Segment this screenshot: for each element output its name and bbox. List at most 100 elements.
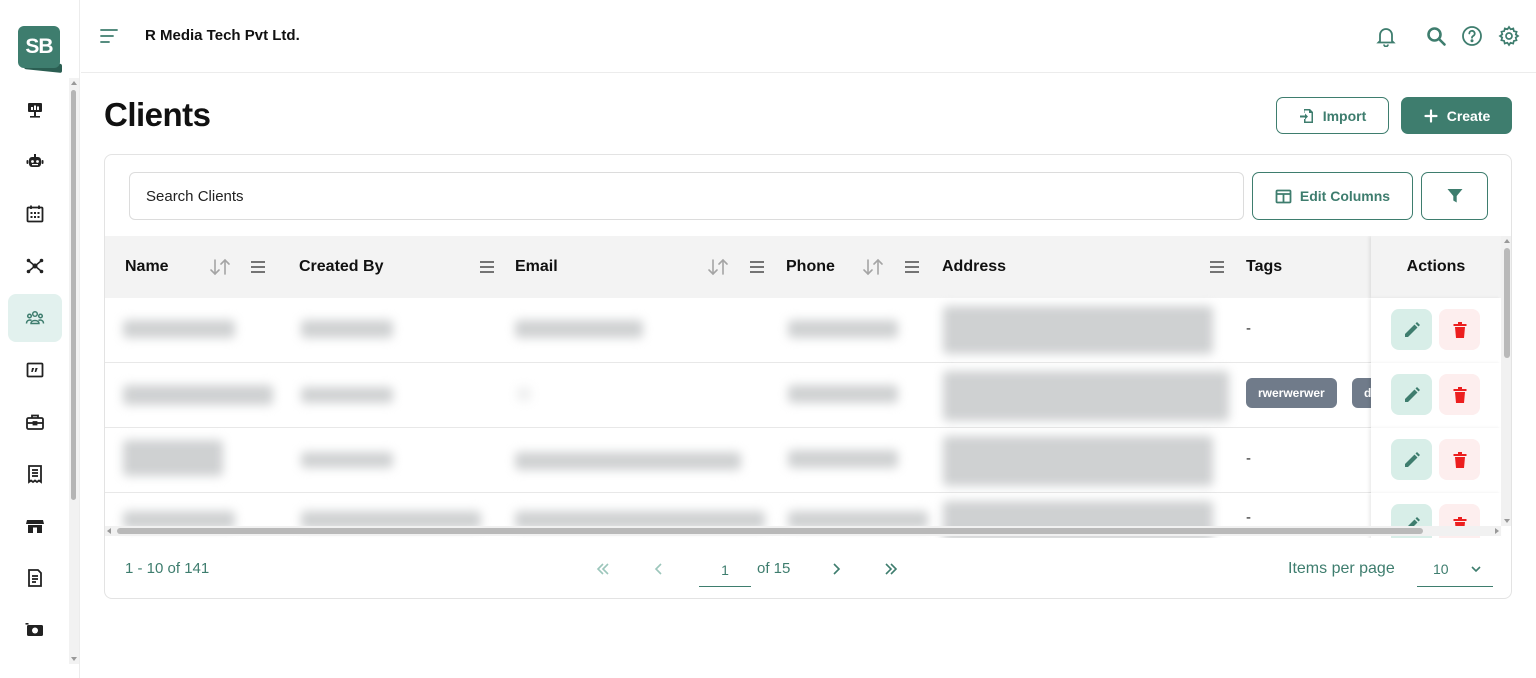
scroll-up-icon[interactable] (1504, 239, 1510, 243)
first-page-button[interactable] (591, 557, 615, 581)
bell-icon (1376, 28, 1396, 48)
search-button[interactable] (1425, 25, 1447, 47)
items-per-page-label: Items per page (1288, 560, 1395, 577)
column-header-address[interactable]: Address (942, 236, 1232, 298)
sidebar-item-projects[interactable] (8, 398, 62, 446)
next-page-button[interactable] (824, 557, 848, 581)
edit-button[interactable] (1391, 439, 1432, 480)
menu-toggle-button[interactable] (99, 26, 119, 46)
table-header: Name Created By Email Phone Address Tags… (105, 236, 1501, 298)
gear-icon (1498, 25, 1520, 47)
column-label-address: Address (942, 258, 1007, 275)
table-row[interactable]: - (105, 298, 1501, 363)
page-number-input[interactable] (699, 553, 751, 587)
sidebar-scroll-thumb[interactable] (71, 90, 76, 500)
column-menu-icon[interactable] (250, 260, 266, 274)
phone-cell-redacted (788, 450, 898, 468)
column-header-phone[interactable]: Phone (786, 236, 936, 298)
sidebar-nav (8, 86, 64, 658)
edit-button[interactable] (1391, 374, 1432, 415)
create-button[interactable]: Create (1401, 97, 1512, 134)
sidebar-item-reports[interactable] (8, 554, 62, 602)
sidebar-item-store[interactable] (8, 502, 62, 550)
document-list-icon (28, 569, 42, 587)
sidebar-scrollbar[interactable] (69, 78, 79, 664)
column-menu-icon[interactable] (1209, 260, 1225, 274)
money-icon (25, 623, 43, 636)
pencil-icon (1404, 386, 1420, 402)
sort-icon[interactable] (208, 257, 232, 277)
scroll-down-icon[interactable] (1504, 519, 1510, 523)
clients-icon (25, 310, 45, 325)
columns-icon (1275, 189, 1292, 203)
horizontal-scroll-thumb[interactable] (117, 528, 1423, 534)
edit-columns-button[interactable]: Edit Columns (1252, 172, 1413, 220)
sidebar-item-automation[interactable] (8, 138, 62, 186)
sort-icon[interactable] (861, 257, 885, 277)
previous-page-button[interactable] (647, 557, 671, 581)
column-header-email[interactable]: Email (515, 236, 775, 298)
settings-button[interactable] (1498, 25, 1520, 47)
sort-icon[interactable] (706, 257, 730, 277)
scroll-down-icon[interactable] (71, 657, 77, 661)
delete-button[interactable] (1439, 309, 1480, 350)
table-row[interactable]: rwerwerwer d (105, 363, 1501, 428)
quote-icon (26, 362, 44, 378)
double-chevron-left-icon (596, 563, 609, 575)
sidebar-item-invoices[interactable] (8, 450, 62, 498)
column-header-tags[interactable]: Tags (1246, 236, 1366, 298)
double-chevron-right-icon (885, 563, 898, 575)
column-label-tags: Tags (1246, 258, 1283, 275)
name-cell-redacted (123, 440, 223, 476)
sidebar-item-clients[interactable] (8, 294, 62, 342)
items-per-page-select[interactable]: 10 (1417, 552, 1493, 587)
column-header-created-by[interactable]: Created By (299, 236, 499, 298)
notifications-button[interactable] (1375, 25, 1397, 48)
chevron-down-icon (1471, 566, 1481, 573)
page-title: Clients (104, 96, 211, 133)
email-cell-redacted (515, 320, 643, 338)
table-vertical-scrollbar[interactable] (1501, 236, 1511, 526)
sidebar-item-payments[interactable] (8, 606, 62, 654)
column-label-name: Name (125, 258, 169, 275)
vertical-scroll-thumb[interactable] (1504, 248, 1510, 358)
table-row[interactable]: - (105, 428, 1501, 493)
pencil-icon (1404, 451, 1420, 467)
column-menu-icon[interactable] (749, 260, 765, 274)
edit-button[interactable] (1391, 309, 1432, 350)
address-cell-redacted (943, 306, 1213, 354)
created-by-cell-redacted (301, 320, 393, 338)
plus-icon (1424, 108, 1438, 123)
column-menu-icon[interactable] (904, 260, 920, 274)
tags-cell: - (1246, 509, 1251, 526)
help-button[interactable] (1461, 25, 1483, 47)
calendar-icon (26, 205, 44, 223)
items-per-page-value: 10 (1433, 561, 1449, 577)
filter-button[interactable] (1421, 172, 1488, 220)
column-header-name[interactable]: Name (125, 236, 295, 298)
scroll-left-icon[interactable] (107, 528, 111, 534)
table-horizontal-scrollbar[interactable] (105, 526, 1501, 536)
sidebar-item-quotes[interactable] (8, 346, 62, 394)
import-button[interactable]: Import (1276, 97, 1389, 134)
column-label-created-by: Created By (299, 258, 384, 275)
phone-cell-redacted (788, 385, 898, 403)
row-actions (1371, 363, 1501, 428)
search-input[interactable] (129, 172, 1244, 220)
delete-button[interactable] (1439, 374, 1480, 415)
row-actions (1371, 428, 1501, 493)
delete-button[interactable] (1439, 439, 1480, 480)
sidebar-item-network[interactable] (8, 242, 62, 290)
created-by-cell-redacted (301, 452, 393, 468)
last-page-button[interactable] (879, 557, 903, 581)
scroll-up-icon[interactable] (71, 81, 77, 85)
sidebar-item-calendar[interactable] (8, 190, 62, 238)
presentation-board-icon (28, 103, 42, 118)
column-menu-icon[interactable] (479, 260, 495, 274)
scroll-right-icon[interactable] (1495, 528, 1499, 534)
address-cell-redacted (943, 371, 1229, 421)
pencil-icon (1404, 321, 1420, 337)
sidebar-item-dashboard[interactable] (8, 86, 62, 134)
file-import-icon (1299, 108, 1313, 123)
app-logo[interactable]: SB (18, 26, 62, 73)
